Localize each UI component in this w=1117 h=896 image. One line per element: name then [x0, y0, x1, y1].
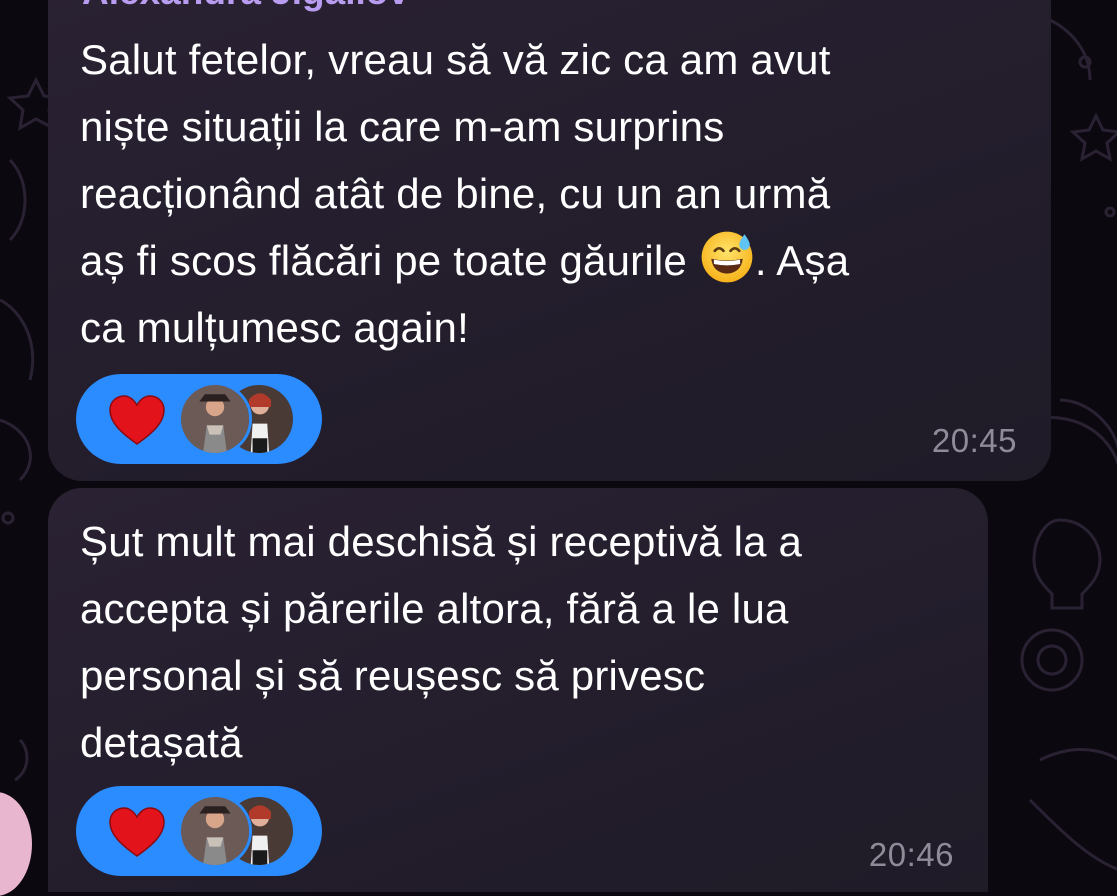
- message-timestamp: 20:46: [868, 836, 954, 873]
- grinning-face-with-sweat-emoji: [701, 231, 753, 283]
- heart-reaction-pill[interactable]: [76, 374, 322, 464]
- message-bubble[interactable]: Alexandra Jigailov Salut fetelor, vreau …: [48, 0, 1051, 481]
- message-line: niște situații la care m-am surprins: [80, 103, 725, 150]
- message-line: reacționând atât de bine, cu un an urmă: [80, 170, 831, 217]
- message-line: accepta și părerile altora, fără a le lu…: [80, 585, 789, 632]
- message-line: Șut mult mai deschisă și receptivă la a: [80, 518, 803, 565]
- message-text: Salut fetelor, vreau să vă zic ca am avu…: [80, 26, 1010, 361]
- reactor-avatar[interactable]: [178, 794, 252, 868]
- message-timestamp: 20:45: [931, 422, 1017, 459]
- message-text: Șut mult mai deschisă și receptivă la a …: [80, 508, 1010, 776]
- message-line-part: . Așa: [754, 237, 850, 284]
- heart-icon: [109, 807, 165, 857]
- reactor-avatar[interactable]: [178, 382, 252, 456]
- message-line: ca mulțumesc again!: [80, 304, 469, 351]
- heart-reaction-pill[interactable]: [76, 786, 322, 876]
- message-line: detașată: [80, 719, 243, 766]
- message-bubble[interactable]: Șut mult mai deschisă și receptivă la a …: [48, 488, 988, 892]
- message-line: personal și să reușesc să privesc: [80, 652, 706, 699]
- heart-icon: [109, 395, 165, 445]
- message-line: Salut fetelor, vreau să vă zic ca am avu…: [80, 36, 831, 83]
- sender-name[interactable]: Alexandra Jigailov: [82, 0, 409, 14]
- message-line-part: aș fi scos flăcări pe toate găurile: [80, 237, 687, 284]
- message-line: aș fi scos flăcări pe toate găurile . Aș…: [80, 227, 1010, 294]
